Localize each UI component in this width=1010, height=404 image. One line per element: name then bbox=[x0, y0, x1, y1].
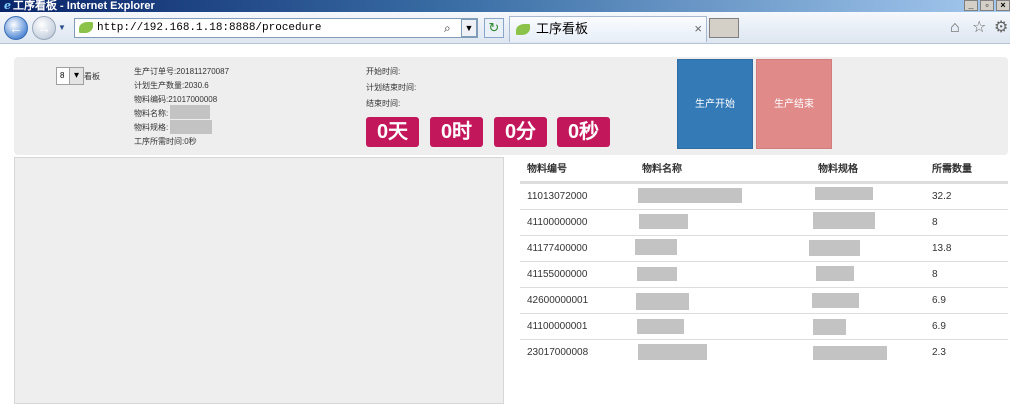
timer-days: 0天 bbox=[366, 117, 419, 147]
address-dropdown-icon[interactable]: ▼ bbox=[461, 19, 477, 37]
materials-table: 物料编号 物料名称 物料规格 所需数量 11013072000 32.2 411… bbox=[520, 157, 1008, 365]
browser-navigation-bar: ← → ▼ http://192.168.1.18:8888/procedure… bbox=[0, 12, 1010, 44]
table-row: 23017000008 2.3 bbox=[520, 339, 1008, 365]
new-tab-button[interactable] bbox=[709, 18, 739, 38]
redacted-cell bbox=[637, 267, 677, 281]
cell-required-qty: 6.9 bbox=[932, 321, 946, 332]
timer-minutes: 0分 bbox=[494, 117, 547, 147]
col-material-name: 物料名称 bbox=[642, 164, 682, 175]
material-name: 物料名称: bbox=[134, 109, 169, 118]
plan-quantity: 计划生产数量:2030.6 bbox=[134, 81, 209, 90]
tab-favicon-icon bbox=[516, 24, 530, 35]
redacted-cell bbox=[813, 212, 875, 229]
settings-gear-icon[interactable]: ⚙ bbox=[994, 20, 1008, 36]
end-time: 结束时间: bbox=[366, 99, 401, 108]
close-window-icon[interactable]: × bbox=[996, 0, 1010, 11]
table-row: 42600000001 6.9 bbox=[520, 287, 1008, 313]
address-search-icon[interactable]: ⌕ bbox=[444, 21, 460, 35]
material-spec: 物料规格: bbox=[134, 123, 169, 132]
cell-required-qty: 6.9 bbox=[932, 295, 946, 306]
procedure-header-panel: 8 ▾ 看板 生产订单号:201811270087 计划生产数量:2030.6 … bbox=[14, 57, 1008, 155]
cell-material-code: 11013072000 bbox=[527, 191, 588, 202]
redacted-cell bbox=[635, 239, 677, 255]
table-row: 41177400000 13.8 bbox=[520, 235, 1008, 261]
cell-required-qty: 13.8 bbox=[932, 243, 952, 254]
window-controls: _ ▫ × bbox=[962, 0, 1010, 12]
table-header-row: 物料编号 物料名称 物料规格 所需数量 bbox=[520, 157, 1008, 183]
cell-required-qty: 2.3 bbox=[932, 347, 946, 358]
site-favicon-icon bbox=[79, 22, 93, 33]
redacted-cell bbox=[813, 346, 887, 360]
col-material-spec: 物料规格 bbox=[818, 164, 858, 175]
redacted-cell bbox=[813, 319, 846, 335]
redacted-cell bbox=[812, 293, 859, 308]
redacted-cell bbox=[638, 344, 707, 360]
window-title: 工序看板 - Internet Explorer bbox=[13, 0, 155, 12]
start-time: 开始时间: bbox=[366, 67, 401, 76]
redacted-material-spec bbox=[170, 120, 212, 134]
table-row: 41100000001 6.9 bbox=[520, 313, 1008, 339]
table-row: 41155000000 8 bbox=[520, 261, 1008, 287]
browser-tab[interactable]: 工序看板 × bbox=[509, 16, 707, 42]
redacted-material-name bbox=[170, 105, 210, 119]
order-number: 生产订单号:201811270087 bbox=[134, 67, 230, 76]
production-end-button[interactable]: 生产结束 bbox=[756, 59, 832, 149]
cell-material-code: 41177400000 bbox=[527, 243, 588, 254]
back-button[interactable]: ← bbox=[4, 16, 28, 40]
board-select-label: 看板 bbox=[84, 72, 100, 81]
redacted-cell bbox=[638, 188, 742, 203]
page-content: 8 ▾ 看板 生产订单号:201811270087 计划生产数量:2030.6 … bbox=[0, 44, 1010, 404]
cell-material-code: 42600000001 bbox=[527, 295, 589, 306]
left-content-panel bbox=[14, 157, 504, 404]
cell-required-qty: 8 bbox=[932, 217, 938, 228]
chevron-down-icon: ▾ bbox=[69, 68, 83, 84]
board-select[interactable]: 8 ▾ bbox=[56, 67, 84, 85]
redacted-cell bbox=[639, 214, 688, 229]
required-time: 工序所需时间:0秒 bbox=[134, 137, 197, 146]
redacted-cell bbox=[637, 319, 684, 334]
cell-material-code: 41100000001 bbox=[527, 321, 588, 332]
restore-icon[interactable]: ▫ bbox=[980, 0, 994, 11]
table-row: 11013072000 32.2 bbox=[520, 183, 1008, 209]
refresh-icon[interactable]: ↻ bbox=[484, 18, 504, 38]
cell-material-code: 41100000000 bbox=[527, 217, 588, 228]
redacted-cell bbox=[809, 240, 860, 256]
col-material-code: 物料编号 bbox=[527, 164, 567, 175]
col-required-qty: 所需数量 bbox=[932, 164, 972, 175]
history-dropdown-icon[interactable]: ▼ bbox=[58, 24, 68, 32]
cell-required-qty: 8 bbox=[932, 269, 938, 280]
forward-button[interactable]: → bbox=[32, 16, 56, 40]
home-icon[interactable]: ⌂ bbox=[950, 20, 960, 36]
timer-seconds: 0秒 bbox=[557, 117, 610, 147]
production-start-button[interactable]: 生产开始 bbox=[677, 59, 753, 149]
browser-title-bar: e 工序看板 - Internet Explorer _ ▫ × bbox=[0, 0, 1010, 12]
address-text: http://192.168.1.18:8888/procedure bbox=[97, 22, 322, 34]
tab-title: 工序看板 bbox=[536, 21, 589, 36]
redacted-cell bbox=[636, 293, 689, 310]
ie-logo-icon: e bbox=[4, 0, 11, 12]
timer-hours: 0时 bbox=[430, 117, 483, 147]
plan-end-time: 计划结束时间: bbox=[366, 83, 417, 92]
redacted-cell bbox=[815, 187, 873, 200]
cell-required-qty: 32.2 bbox=[932, 191, 952, 202]
material-code: 物料编码:21017000008 bbox=[134, 95, 218, 104]
favorites-star-icon[interactable]: ☆ bbox=[972, 20, 986, 36]
minimize-icon[interactable]: _ bbox=[964, 0, 978, 11]
board-select-value: 8 bbox=[60, 71, 65, 80]
tab-close-icon[interactable]: × bbox=[694, 17, 702, 41]
cell-material-code: 41155000000 bbox=[527, 269, 588, 280]
table-row: 41100000000 8 bbox=[520, 209, 1008, 235]
address-bar[interactable]: http://192.168.1.18:8888/procedure bbox=[74, 18, 478, 38]
redacted-cell bbox=[816, 266, 854, 281]
cell-material-code: 23017000008 bbox=[527, 347, 589, 358]
